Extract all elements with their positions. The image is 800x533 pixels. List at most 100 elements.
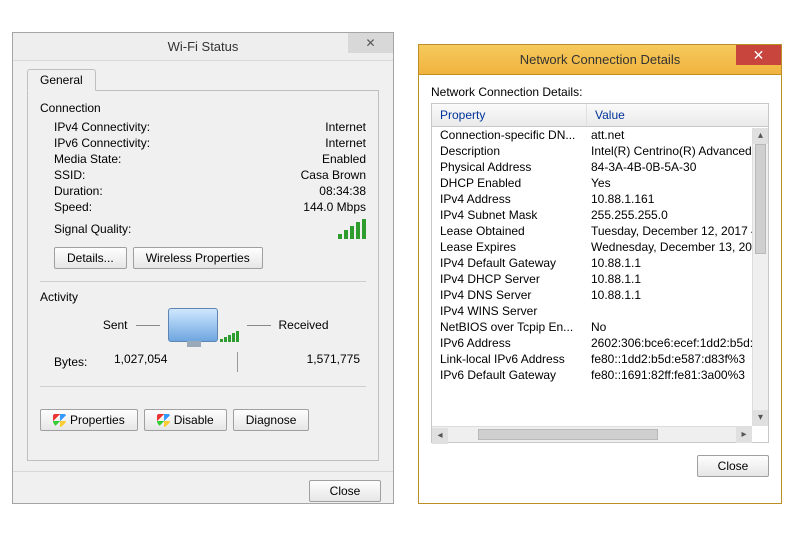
property-cell: Link-local IPv6 Address [432, 351, 587, 367]
speed-value: 144.0 Mbps [303, 200, 366, 214]
property-cell: Connection-specific DN... [432, 127, 587, 143]
scroll-left-icon[interactable]: ◂ [432, 428, 448, 444]
property-cell: IPv4 WINS Server [432, 303, 587, 319]
speed-label: Speed: [54, 200, 92, 214]
scroll-right-icon[interactable]: ▸ [736, 427, 752, 443]
table-row[interactable]: IPv6 Default Gatewayfe80::1691:82ff:fe81… [432, 367, 752, 383]
table-row[interactable]: IPv4 DHCP Server10.88.1.1 [432, 271, 752, 287]
property-cell: Description [432, 143, 587, 159]
activity-group-label: Activity [40, 290, 366, 304]
disable-button-label: Disable [174, 413, 214, 427]
wireless-properties-button[interactable]: Wireless Properties [133, 247, 263, 269]
property-cell: IPv6 Address [432, 335, 587, 351]
property-cell: Physical Address [432, 159, 587, 175]
scrollbar-thumb[interactable] [755, 144, 766, 254]
scrollbar-thumb[interactable] [478, 429, 658, 440]
table-row[interactable]: Link-local IPv6 Addressfe80::1dd2:b5d:e5… [432, 351, 752, 367]
close-button[interactable]: Close [697, 455, 769, 477]
ipv6-connectivity-label: IPv6 Connectivity: [54, 136, 150, 150]
property-cell: IPv4 Subnet Mask [432, 207, 587, 223]
wifi-status-window: Wi-Fi Status ✕ General Connection IPv4 C… [12, 32, 394, 504]
value-cell: 10.88.1.161 [587, 191, 752, 207]
table-row[interactable]: IPv4 Subnet Mask255.255.255.0 [432, 207, 752, 223]
details-button[interactable]: Details... [54, 247, 127, 269]
ssid-value: Casa Brown [301, 168, 366, 182]
property-cell: IPv4 DNS Server [432, 287, 587, 303]
table-row[interactable]: DescriptionIntel(R) Centrino(R) Advanced… [432, 143, 752, 159]
value-cell: 10.88.1.1 [587, 287, 752, 303]
shield-icon [157, 414, 170, 427]
bytes-label: Bytes: [54, 355, 114, 369]
value-cell: No [587, 319, 752, 335]
media-state-value: Enabled [322, 152, 366, 166]
table-row[interactable]: Lease ExpiresWednesday, December 13, 201… [432, 239, 752, 255]
shield-icon [53, 414, 66, 427]
close-button[interactable]: Close [309, 480, 381, 502]
ipv4-connectivity-label: IPv4 Connectivity: [54, 120, 150, 134]
media-state-label: Media State: [54, 152, 121, 166]
value-cell: 84-3A-4B-0B-5A-30 [587, 159, 752, 175]
value-cell: 2602:306:bce6:ecef:1dd2:b5d:e587:c [587, 335, 752, 351]
sent-label: Sent [58, 318, 128, 332]
connection-group-label: Connection [40, 101, 366, 115]
tab-general[interactable]: General [27, 69, 96, 91]
column-header-property[interactable]: Property [432, 104, 587, 126]
window-title: Network Connection Details [520, 52, 680, 67]
signal-bars-icon [220, 330, 239, 342]
column-header-value[interactable]: Value [587, 104, 768, 126]
property-cell: IPv4 DHCP Server [432, 271, 587, 287]
sent-bytes-value: 1,027,054 [114, 352, 167, 372]
value-cell: fe80::1691:82ff:fe81:3a00%3 [587, 367, 752, 383]
received-label: Received [279, 318, 349, 332]
table-row[interactable]: Lease ObtainedTuesday, December 12, 2017… [432, 223, 752, 239]
divider [237, 352, 238, 372]
value-cell: Intel(R) Centrino(R) Advanced-N 6205 [587, 143, 752, 159]
table-row[interactable]: Connection-specific DN...att.net [432, 127, 752, 143]
close-icon[interactable]: ✕ [736, 45, 781, 65]
table-row[interactable]: DHCP EnabledYes [432, 175, 752, 191]
titlebar[interactable]: Network Connection Details ✕ [419, 45, 781, 75]
disable-button[interactable]: Disable [144, 409, 227, 431]
diagnose-button[interactable]: Diagnose [233, 409, 310, 431]
properties-button[interactable]: Properties [40, 409, 138, 431]
scroll-up-icon[interactable]: ▴ [753, 128, 768, 144]
table-row[interactable]: NetBIOS over Tcpip En...No [432, 319, 752, 335]
horizontal-scrollbar[interactable]: ◂ ▸ [432, 426, 752, 442]
signal-bars-icon [338, 219, 366, 239]
value-cell: 10.88.1.1 [587, 255, 752, 271]
value-cell: 10.88.1.1 [587, 271, 752, 287]
table-row[interactable]: IPv4 Default Gateway10.88.1.1 [432, 255, 752, 271]
table-row[interactable]: IPv6 Address2602:306:bce6:ecef:1dd2:b5d:… [432, 335, 752, 351]
property-cell: DHCP Enabled [432, 175, 587, 191]
duration-value: 08:34:38 [319, 184, 366, 198]
table-row[interactable]: IPv4 WINS Server [432, 303, 752, 319]
value-cell: Tuesday, December 12, 2017 4:55:25 [587, 223, 752, 239]
signal-quality-label: Signal Quality: [54, 222, 338, 236]
table-row[interactable]: IPv4 Address10.88.1.161 [432, 191, 752, 207]
close-icon[interactable]: ✕ [348, 33, 393, 53]
property-cell: IPv4 Address [432, 191, 587, 207]
property-cell: IPv6 Default Gateway [432, 367, 587, 383]
value-cell: att.net [587, 127, 752, 143]
table-row[interactable]: IPv4 DNS Server10.88.1.1 [432, 287, 752, 303]
tabstrip: General [27, 69, 379, 91]
value-cell: fe80::1dd2:b5d:e587:d83f%3 [587, 351, 752, 367]
ipv4-connectivity-value: Internet [325, 120, 366, 134]
scroll-down-icon[interactable]: ▾ [753, 410, 768, 426]
duration-label: Duration: [54, 184, 103, 198]
table-row[interactable]: Physical Address84-3A-4B-0B-5A-30 [432, 159, 752, 175]
details-subtitle: Network Connection Details: [431, 81, 769, 103]
value-cell: 255.255.255.0 [587, 207, 752, 223]
property-cell: Lease Obtained [432, 223, 587, 239]
value-cell [587, 303, 752, 319]
titlebar[interactable]: Wi-Fi Status ✕ [13, 33, 393, 61]
ipv6-connectivity-value: Internet [325, 136, 366, 150]
value-cell: Yes [587, 175, 752, 191]
ssid-label: SSID: [54, 168, 85, 182]
property-cell: NetBIOS over Tcpip En... [432, 319, 587, 335]
vertical-scrollbar[interactable]: ▴ ▾ [752, 128, 768, 426]
monitor-icon [168, 308, 218, 342]
received-bytes-value: 1,571,775 [307, 352, 360, 372]
value-cell: Wednesday, December 13, 2017 4:55 [587, 239, 752, 255]
details-table: Property Value Connection-specific DN...… [431, 103, 769, 443]
